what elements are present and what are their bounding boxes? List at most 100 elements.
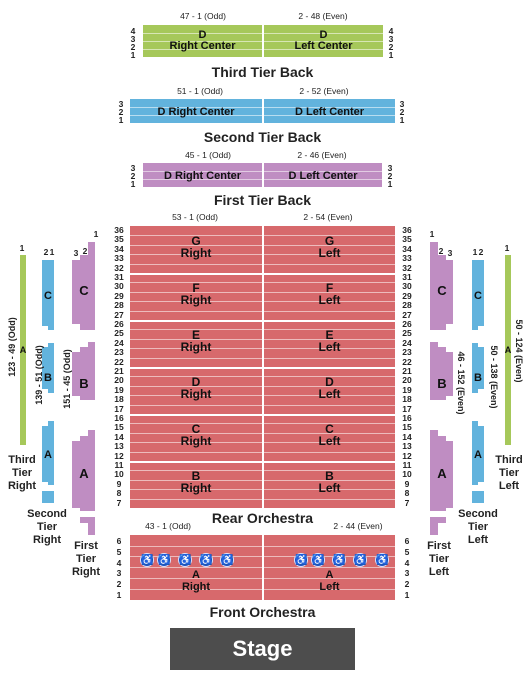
section-second-tier-right-box[interactable] [42, 491, 54, 503]
wheelchair-icon[interactable]: ♿ [178, 553, 192, 567]
rear-orchestra-right-row-30: 30 [402, 281, 412, 292]
section-d-right-center-name: Right Center [169, 40, 236, 52]
section-first-tier-left-b-row-2[interactable] [438, 347, 446, 400]
row-divider [130, 263, 395, 265]
row-divider [130, 498, 395, 500]
third-tier-right-row-number: 1 [19, 243, 25, 253]
front-orchestra-right-row-2: 2 [404, 579, 410, 590]
front-orchestra-right-row-4: 4 [404, 557, 410, 568]
section-f-right-name: Right [180, 293, 212, 308]
wheelchair-icon[interactable]: ♿ [157, 553, 171, 567]
section-first-tier-back[interactable]: D Right Center D Left Center [143, 163, 382, 187]
section-f-left-name: Left [318, 293, 341, 308]
rear-orchestra-right-row-32: 32 [402, 262, 412, 273]
label-line: Left [498, 480, 520, 492]
first-tier-back-range-odd: 45 - 1 (Odd) [185, 150, 231, 160]
section-second-tier-left-box[interactable] [472, 491, 484, 503]
third-tier-left-label: Third Tier Left [489, 454, 525, 493]
rear-orchestra-left-row-12: 12 [114, 450, 124, 461]
first-tier-right-section-c: C [79, 283, 89, 298]
third-tier-right-range: 123 - 49 (Odd) [7, 317, 17, 377]
section-first-tier-left-box-row-1[interactable] [430, 517, 438, 535]
label-line: Right [71, 566, 101, 578]
label-line: Tier [12, 467, 32, 479]
wheelchair-icon[interactable]: ♿ [199, 553, 213, 567]
wheelchair-icon[interactable]: ♿ [375, 553, 389, 567]
section-g-right-name: Right [180, 246, 212, 261]
wheelchair-icon[interactable]: ♿ [220, 553, 234, 567]
second-tier-left-row-2: 2 [478, 247, 484, 257]
rear-orchestra-right-row-11: 11 [402, 460, 412, 470]
rear-orchestra-left-row-35: 35 [114, 234, 124, 245]
section-e-right-name: Right [180, 340, 212, 355]
label-line: First [427, 540, 451, 552]
label-line: Tier [37, 521, 57, 533]
rear-orchestra-title: Rear Orchestra [211, 510, 314, 526]
wheelchair-icon[interactable]: ♿ [311, 553, 325, 567]
rear-orchestra-right-row-9: 9 [404, 478, 410, 489]
rear-orchestra-left-row-21: 21 [114, 366, 124, 376]
front-orchestra-left-row-4: 4 [116, 557, 122, 568]
front-orchestra-right-row-1: 1 [404, 590, 410, 600]
first-tier-right-label: First Tier Right [66, 540, 106, 579]
third-tier-right-label: Third Tier Right [2, 454, 42, 493]
label-line: Right [7, 480, 37, 492]
section-d-left-center-name: Left Center [294, 40, 353, 52]
section-divider [130, 320, 395, 322]
third-tier-back-title: Third Tier Back [211, 64, 314, 80]
third-tier-back-left-row-1: 1 [130, 50, 136, 60]
section-third-tier-back[interactable]: D Right Center D Left Center [143, 25, 383, 57]
first-tier-back-right-row-1: 1 [387, 179, 393, 189]
rear-orchestra-range-even: 2 - 54 (Even) [303, 212, 353, 222]
label-line: Third [8, 454, 36, 466]
section-a-left-name: Left [319, 581, 340, 593]
label-line: Tier [468, 521, 488, 533]
wheelchair-icon[interactable]: ♿ [140, 553, 154, 567]
section-front-orchestra[interactable]: ♿ ♿ ♿ ♿ ♿ ♿ ♿ ♿ ♿ ♿ A Right A Left [130, 535, 395, 600]
second-tier-right-section-c: C [44, 290, 52, 302]
section-d-left-name: Left [318, 387, 341, 402]
rear-orchestra-left-row-31: 31 [114, 272, 124, 282]
third-tier-left-section-a: A [504, 345, 512, 355]
section-divider [130, 273, 395, 275]
rear-orchestra-right-row-19: 19 [402, 384, 412, 395]
section-first-tier-right-box-row-1[interactable] [88, 517, 95, 535]
label-line: Tier [499, 467, 519, 479]
section-first-tier-left-b-row-1[interactable] [430, 342, 438, 400]
rear-orchestra-left-row-19: 19 [114, 384, 124, 395]
section-divider [130, 414, 395, 416]
section-c-right-name: Right [180, 434, 212, 449]
section-first-tier-right-box-row-2[interactable] [80, 517, 88, 523]
wheelchair-icon[interactable]: ♿ [294, 553, 308, 567]
first-tier-back-range-even: 2 - 46 (Even) [297, 150, 347, 160]
section-first-tier-right-b-row-1[interactable] [88, 342, 95, 400]
front-orchestra-range-even: 2 - 44 (Even) [333, 521, 383, 531]
section-second-tier-back[interactable]: D Right Center D Left Center [130, 99, 395, 123]
rear-orchestra-right-row-14: 14 [402, 431, 412, 442]
row-divider [130, 310, 395, 312]
rear-orchestra-range-odd: 53 - 1 (Odd) [172, 212, 218, 222]
first-tier-left-label: First Tier Left [419, 540, 459, 579]
second-tier-back-title: Second Tier Back [203, 129, 322, 145]
third-tier-back-range-odd: 47 - 1 (Odd) [180, 11, 226, 21]
section-g-left-name: Left [318, 246, 341, 261]
rear-orchestra-right-row-35: 35 [402, 234, 412, 245]
section-first-tier-right-b-row-2[interactable] [80, 347, 88, 400]
rear-orchestra-right-row-34: 34 [402, 243, 412, 254]
section-rear-orchestra[interactable]: G Right G Left F Right F Left E Right E Left D Right D… [130, 226, 395, 508]
second-tier-back-range-odd: 51 - 1 (Odd) [177, 86, 223, 96]
first-tier-left-section-c: C [437, 283, 447, 298]
wheelchair-icon[interactable]: ♿ [353, 553, 367, 567]
first-tier-right-row-1: 1 [93, 229, 99, 239]
section-second-tier-right-b-row-1[interactable] [48, 343, 54, 393]
rear-orchestra-left-row-23: 23 [114, 347, 124, 358]
rear-orchestra-right-row-36: 36 [402, 225, 412, 235]
wheelchair-icon[interactable]: ♿ [332, 553, 346, 567]
rear-orchestra-left-row-9: 9 [116, 478, 122, 489]
rear-orchestra-left-row-13: 13 [114, 441, 124, 452]
rear-orchestra-left-row-8: 8 [116, 488, 122, 499]
row-divider [130, 404, 395, 406]
rear-orchestra-right-row-27: 27 [402, 309, 412, 320]
front-orchestra-left-row-5: 5 [116, 546, 122, 557]
section-first-tier-left-box-row-2[interactable] [438, 517, 446, 523]
